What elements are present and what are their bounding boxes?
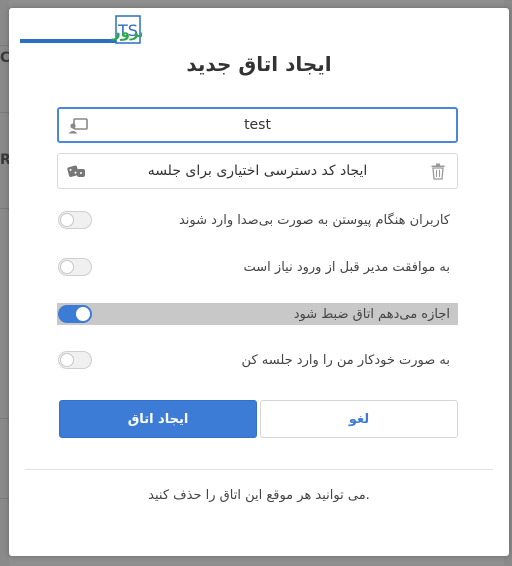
mute-on-join-option[interactable]: کاربران هنگام پیوستن به صورت بی‌صدا وارد… xyxy=(57,209,458,231)
toggle-knob xyxy=(76,307,90,321)
dialog-title: ایجاد اتاق جدید xyxy=(186,52,332,76)
toggle-knob xyxy=(60,353,74,367)
access-code-field[interactable]: ایجاد کد دسترسی اختیاری برای جلسه xyxy=(57,153,458,189)
background-divider xyxy=(0,112,9,113)
allow-recording-toggle[interactable] xyxy=(58,305,92,323)
option-label: به موافقت مدیر قبل از ورود نیاز است xyxy=(243,259,450,275)
auto-join-option[interactable]: به صورت خودکار من را وارد جلسه کن xyxy=(57,349,458,371)
room-name-icon xyxy=(68,118,88,134)
background-divider xyxy=(0,45,9,46)
cancel-button[interactable]: لغو xyxy=(260,400,458,438)
room-name-input[interactable]: test xyxy=(95,109,420,141)
background-left-column xyxy=(0,0,9,566)
background-divider xyxy=(0,498,9,499)
background-divider xyxy=(0,208,9,209)
create-room-dialog: TS تهران سرور ایجاد اتاق جدید test ایجاد… xyxy=(9,8,509,556)
room-name-field[interactable]: test xyxy=(57,107,458,143)
require-approval-toggle[interactable] xyxy=(58,258,92,276)
background-divider xyxy=(0,418,9,419)
logo-brand-text: تهران سرور xyxy=(111,23,142,41)
toggle-knob xyxy=(60,213,74,227)
allow-recording-option[interactable]: اجازه می‌دهم اتاق ضبط شود xyxy=(57,303,458,325)
create-room-button[interactable]: ایجاد اتاق xyxy=(59,400,257,438)
auto-join-toggle[interactable] xyxy=(58,351,92,369)
footer-divider xyxy=(25,469,493,470)
mute-on-join-toggle[interactable] xyxy=(58,211,92,229)
toggle-knob xyxy=(60,260,74,274)
logo-underline xyxy=(20,39,116,43)
option-label: اجازه می‌دهم اتاق ضبط شود xyxy=(293,306,450,322)
delete-hint-text: .می توانید هر موقع این اتاق را حذف کنید xyxy=(148,488,370,503)
tehran-server-logo: TS تهران سرور xyxy=(20,15,142,44)
dice-icon[interactable] xyxy=(67,163,87,179)
option-label: کاربران هنگام پیوستن به صورت بی‌صدا وارد… xyxy=(178,212,450,228)
option-label: به صورت خودکار من را وارد جلسه کن xyxy=(241,352,450,368)
require-approval-option[interactable]: به موافقت مدیر قبل از ورود نیاز است xyxy=(57,256,458,278)
access-code-label: ایجاد کد دسترسی اختیاری برای جلسه xyxy=(147,163,368,179)
trash-icon[interactable] xyxy=(431,163,445,180)
